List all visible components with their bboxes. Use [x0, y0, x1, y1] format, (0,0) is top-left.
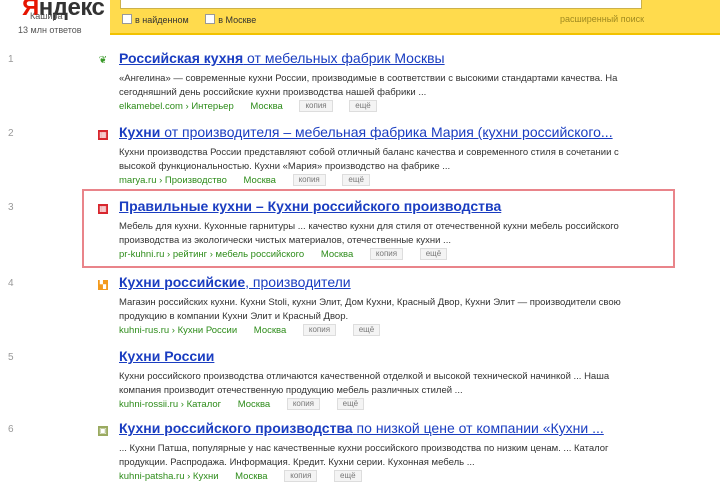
checkbox-icon[interactable] [122, 14, 132, 24]
result-title-bold: Кухни российские [119, 274, 246, 290]
results-count: 13 млн ответов [18, 25, 82, 35]
result-title-bold: Кухни российского производства [119, 420, 353, 436]
search-input[interactable] [120, 0, 642, 9]
result-url[interactable]: elkamebel.com › Интерьер [119, 101, 234, 112]
copy-button[interactable]: копия [302, 324, 337, 336]
copy-button[interactable]: копия [284, 470, 318, 482]
filter-in-found-label: в найденном [135, 15, 189, 25]
result-url[interactable]: kuhni-rus.ru › Кухни России [119, 325, 237, 336]
result-url[interactable]: marya.ru › Производство [119, 175, 227, 186]
result-url[interactable]: kuhni-rossii.ru › Каталог [119, 399, 221, 410]
result-meta: kuhni-rossii.ru › Каталог Москва копия е… [119, 398, 365, 410]
result-snippet: «Ангелина» — современные кухни России, п… [119, 73, 618, 98]
result-number: 5 [8, 352, 14, 363]
result-meta: pr-kuhni.ru › рейтинг › мебель российско… [119, 248, 448, 260]
result-title-bold: Российская кухня [119, 50, 244, 66]
result-snippet: ... Кухни Патша, популярные у нас качест… [119, 443, 609, 468]
result-title-link[interactable]: Российская кухня от мебельных фабрик Мос… [119, 50, 445, 66]
result-title-bold: Кухни России [119, 348, 215, 364]
search-filters: в найденном в Москве [122, 14, 270, 25]
result-meta: elkamebel.com › Интерьер Москва копия ещ… [119, 100, 377, 112]
filter-in-found[interactable]: в найденном [122, 14, 191, 25]
more-button[interactable]: ещё [419, 248, 448, 260]
more-button[interactable]: ещё [352, 324, 381, 336]
filter-in-city[interactable]: в Москве [205, 14, 257, 25]
result-number: 2 [8, 128, 14, 139]
leaf-favicon-icon: ❦ [98, 55, 108, 66]
header: Яндекс Кашира 13 млн ответов в найденном… [0, 0, 720, 38]
result-title-rest: от мебельных фабрик Москвы [243, 50, 445, 66]
result-city[interactable]: Москва [250, 101, 282, 112]
checkbox-icon[interactable] [205, 14, 216, 24]
more-button[interactable]: ещё [336, 398, 365, 410]
result-title-bold: Кухни [119, 124, 161, 140]
copy-button[interactable]: копия [369, 248, 404, 260]
result-number: 1 [8, 54, 14, 65]
result-url[interactable]: pr-kuhni.ru › рейтинг › мебель российско… [119, 249, 304, 260]
result-city[interactable]: Москва [321, 249, 353, 260]
region-label[interactable]: Кашира [30, 11, 63, 21]
result-title-link[interactable]: Правильные кухни – Кухни российского про… [119, 198, 501, 214]
result-city[interactable]: Москва [254, 325, 286, 336]
result-title-link[interactable]: Кухни России [119, 348, 214, 364]
copy-button[interactable]: копия [286, 398, 320, 410]
result-city[interactable]: Москва [238, 399, 270, 410]
result-city[interactable]: Москва [244, 175, 276, 186]
site-favicon-icon: ▚ [98, 280, 108, 290]
copy-button[interactable]: копия [292, 174, 326, 186]
filter-in-city-label: в Москве [218, 15, 257, 25]
result-title-link[interactable]: Кухни от производителя – мебельная фабри… [119, 124, 613, 140]
result-snippet: Кухни российского производства отличаютс… [119, 371, 610, 396]
more-button[interactable]: ещё [342, 174, 370, 186]
result-snippet: Мебель для кухни. Кухонные гарнитуры ...… [119, 221, 619, 246]
result-meta: marya.ru › Производство Москва копия ещё [119, 174, 370, 186]
result-number: 6 [8, 424, 14, 435]
result-snippet: Кухни производства России представляют с… [119, 147, 619, 172]
result-meta: kuhni-patsha.ru › Кухни Москва копия ещё [119, 470, 362, 482]
result-title-rest: от производителя – мебельная фабрика Мар… [160, 124, 613, 140]
site-favicon-icon: ▣ [98, 426, 108, 436]
result-number: 4 [8, 278, 14, 289]
result-title-link[interactable]: Кухни российские, производители [119, 274, 351, 290]
result-meta: kuhni-rus.ru › Кухни России Москва копия… [119, 324, 381, 336]
result-snippet: Магазин российских кухни. Кухни Stoli, к… [119, 297, 621, 322]
site-favicon-icon: ▦ [98, 204, 108, 214]
result-title-link[interactable]: Кухни российского производства по низкой… [119, 420, 604, 436]
result-city[interactable]: Москва [235, 471, 267, 482]
result-title-rest: по низкой цене от компании «Кухни ... [352, 420, 604, 436]
advanced-search-link[interactable]: расширенный поиск [560, 14, 644, 24]
result-url[interactable]: kuhni-patsha.ru › Кухни [119, 471, 219, 482]
result-title-bold: Правильные кухни – Кухни российского про… [119, 198, 502, 214]
more-button[interactable]: ещё [334, 470, 362, 482]
more-button[interactable]: ещё [349, 100, 377, 112]
copy-button[interactable]: копия [299, 100, 333, 112]
result-number: 3 [8, 202, 14, 213]
site-favicon-icon: ▦ [98, 130, 108, 140]
result-title-rest: , производители [245, 274, 351, 290]
